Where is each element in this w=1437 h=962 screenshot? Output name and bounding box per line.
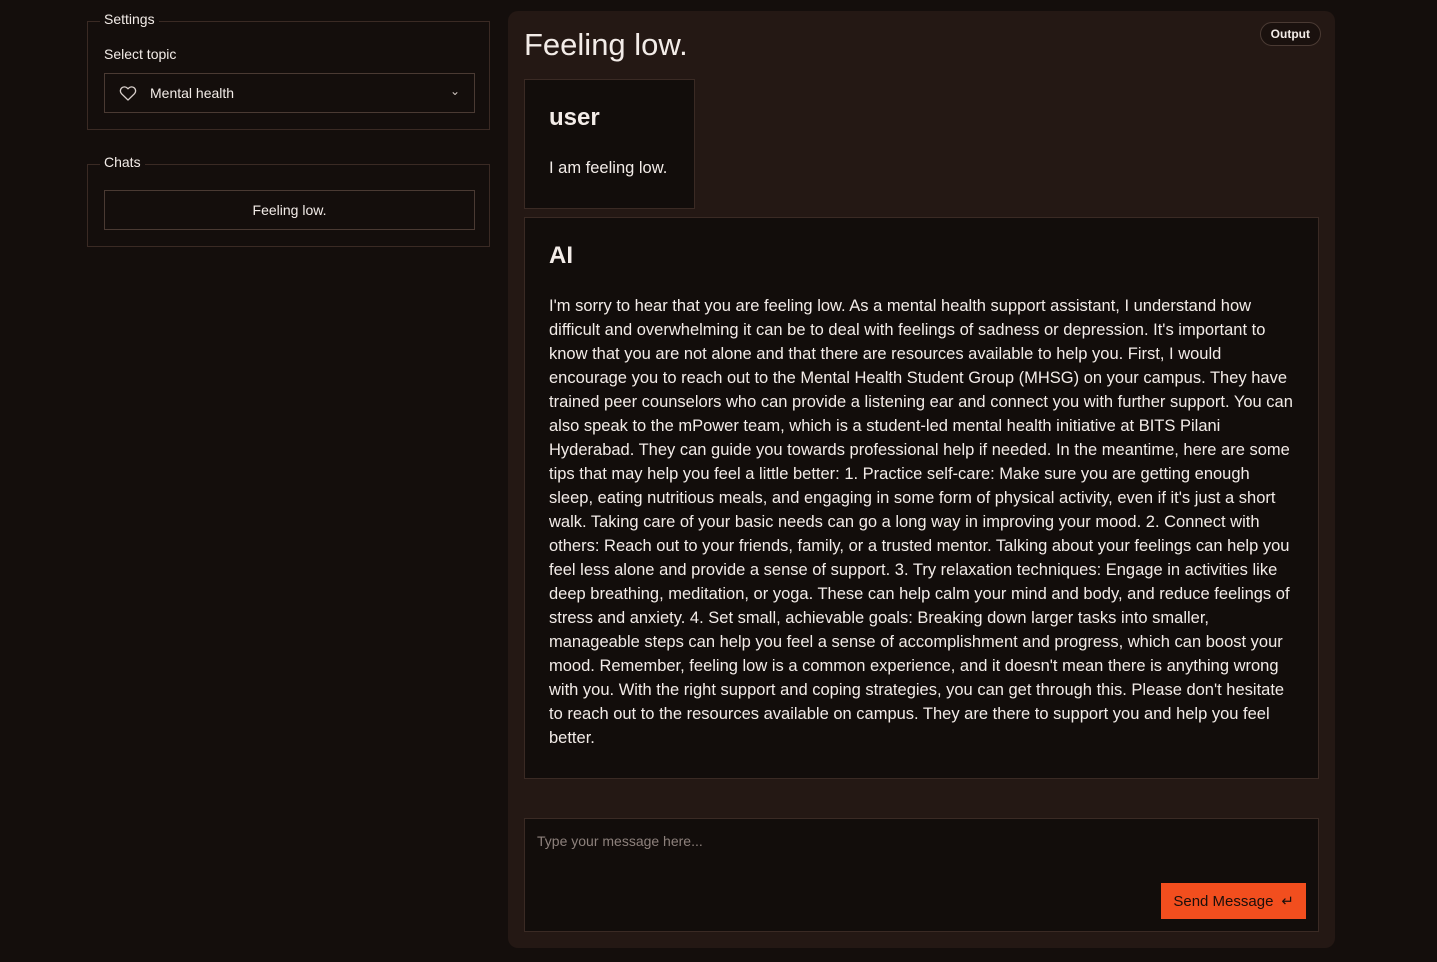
page-title: Feeling low. [524, 27, 688, 62]
chevron-down-icon: ⌄ [449, 84, 460, 98]
message-text: I'm sorry to hear that you are feeling l… [549, 297, 1293, 747]
output-badge: Output [1259, 22, 1321, 46]
send-button-label: Send Message [1173, 892, 1274, 910]
select-topic-label: Select topic [104, 46, 177, 62]
message-composer: Send Message ↵ [524, 818, 1319, 932]
ai-message: AI I'm sorry to hear that you are feelin… [524, 217, 1319, 779]
output-panel: Output Feeling low. user I am feeling lo… [508, 11, 1335, 948]
chat-item[interactable]: Feeling low. [104, 190, 475, 230]
settings-panel: Settings Select topic Mental health ⌄ [87, 11, 490, 130]
message-role: user [549, 104, 600, 131]
enter-icon: ↵ [1281, 893, 1294, 910]
message-role: AI [549, 242, 573, 269]
send-message-button[interactable]: Send Message ↵ [1161, 883, 1306, 919]
message-text: I am feeling low. [549, 159, 668, 177]
topic-select-value: Mental health [150, 85, 235, 101]
chats-panel: Chats Feeling low. [87, 154, 490, 247]
user-message: user I am feeling low. [524, 79, 695, 209]
chats-legend: Chats [100, 154, 145, 170]
topic-select[interactable]: Mental health ⌄ [104, 73, 475, 113]
settings-legend: Settings [100, 11, 159, 27]
heart-icon [118, 83, 138, 103]
